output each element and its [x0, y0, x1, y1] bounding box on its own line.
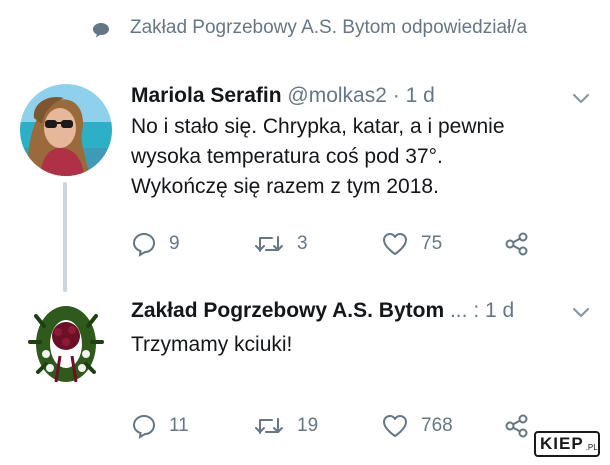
- speech-bubble-icon: [93, 23, 109, 38]
- tweet-header: Zakład Pogrzebowy A.S. Bytom ... : 1 d: [131, 296, 514, 326]
- heart-icon: [383, 415, 407, 437]
- retweet-count: 3: [297, 233, 308, 254]
- tweet-time[interactable]: 1 d: [485, 299, 514, 322]
- like-count: 75: [421, 233, 443, 254]
- chevron-down-icon[interactable]: [572, 307, 590, 319]
- tweet-header: Mariola Serafin @molkas2 · 1 d: [131, 81, 435, 111]
- tweet-time[interactable]: 1 d: [406, 84, 435, 107]
- like-count: 768: [421, 415, 453, 436]
- thread-connector: [63, 182, 67, 292]
- tweet-line: wysoka temperatura coś pod 37°.: [131, 145, 443, 168]
- retweet-button[interactable]: 19: [253, 411, 318, 441]
- author-name[interactable]: Mariola Serafin: [131, 84, 282, 107]
- tweet-line: No i stało się. Chrypka, katar, a i pewn…: [131, 115, 505, 138]
- meta-separator: :: [473, 299, 480, 322]
- share-icon: [505, 414, 528, 438]
- share-button[interactable]: [503, 229, 531, 259]
- watermark-domain: .PL: [585, 442, 598, 452]
- avatar-zaklad[interactable]: [20, 296, 112, 388]
- tweet-line: Trzymamy kciuki!: [131, 333, 293, 356]
- tweet-text: Trzymamy kciuki!: [131, 330, 591, 360]
- share-button[interactable]: [503, 411, 531, 441]
- reply-button[interactable]: 9: [131, 229, 180, 259]
- wreath-icon: [20, 296, 112, 388]
- reply-count: 9: [169, 233, 180, 254]
- like-button[interactable]: 75: [381, 229, 442, 259]
- tweet-line: Wykończę się razem z tym 2018.: [131, 175, 439, 198]
- avatar-mariola[interactable]: [20, 84, 112, 176]
- share-icon: [505, 232, 528, 256]
- tweet-text: No i stało się. Chrypka, katar, a i pewn…: [131, 112, 591, 202]
- retweet-button[interactable]: 3: [253, 229, 308, 259]
- kiep-watermark: KIEP .PL: [534, 431, 600, 457]
- tweet-actions: 9 3 75: [131, 229, 551, 259]
- reply-count: 11: [169, 415, 189, 436]
- watermark-text: KIEP: [540, 434, 584, 453]
- retweet-count: 19: [297, 415, 319, 436]
- chevron-down-icon[interactable]: [572, 93, 590, 105]
- retweet-icon: [255, 236, 283, 252]
- reply-icon: [132, 414, 156, 439]
- meta-separator: ·: [392, 84, 400, 107]
- tweet-actions: 11 19 768: [131, 411, 551, 441]
- heart-icon: [383, 233, 407, 255]
- author-name[interactable]: Zakład Pogrzebowy A.S. Bytom: [131, 299, 444, 322]
- author-handle[interactable]: ...: [450, 299, 468, 322]
- retweet-icon: [255, 418, 283, 434]
- author-handle[interactable]: @molkas2: [287, 84, 387, 107]
- like-button[interactable]: 768: [381, 411, 453, 441]
- reply-icon: [132, 232, 156, 257]
- avatar-photo: [20, 84, 112, 176]
- reply-context-text: Zakład Pogrzebowy A.S. Bytom odpowiedzia…: [130, 17, 528, 38]
- reply-button[interactable]: 11: [131, 411, 189, 441]
